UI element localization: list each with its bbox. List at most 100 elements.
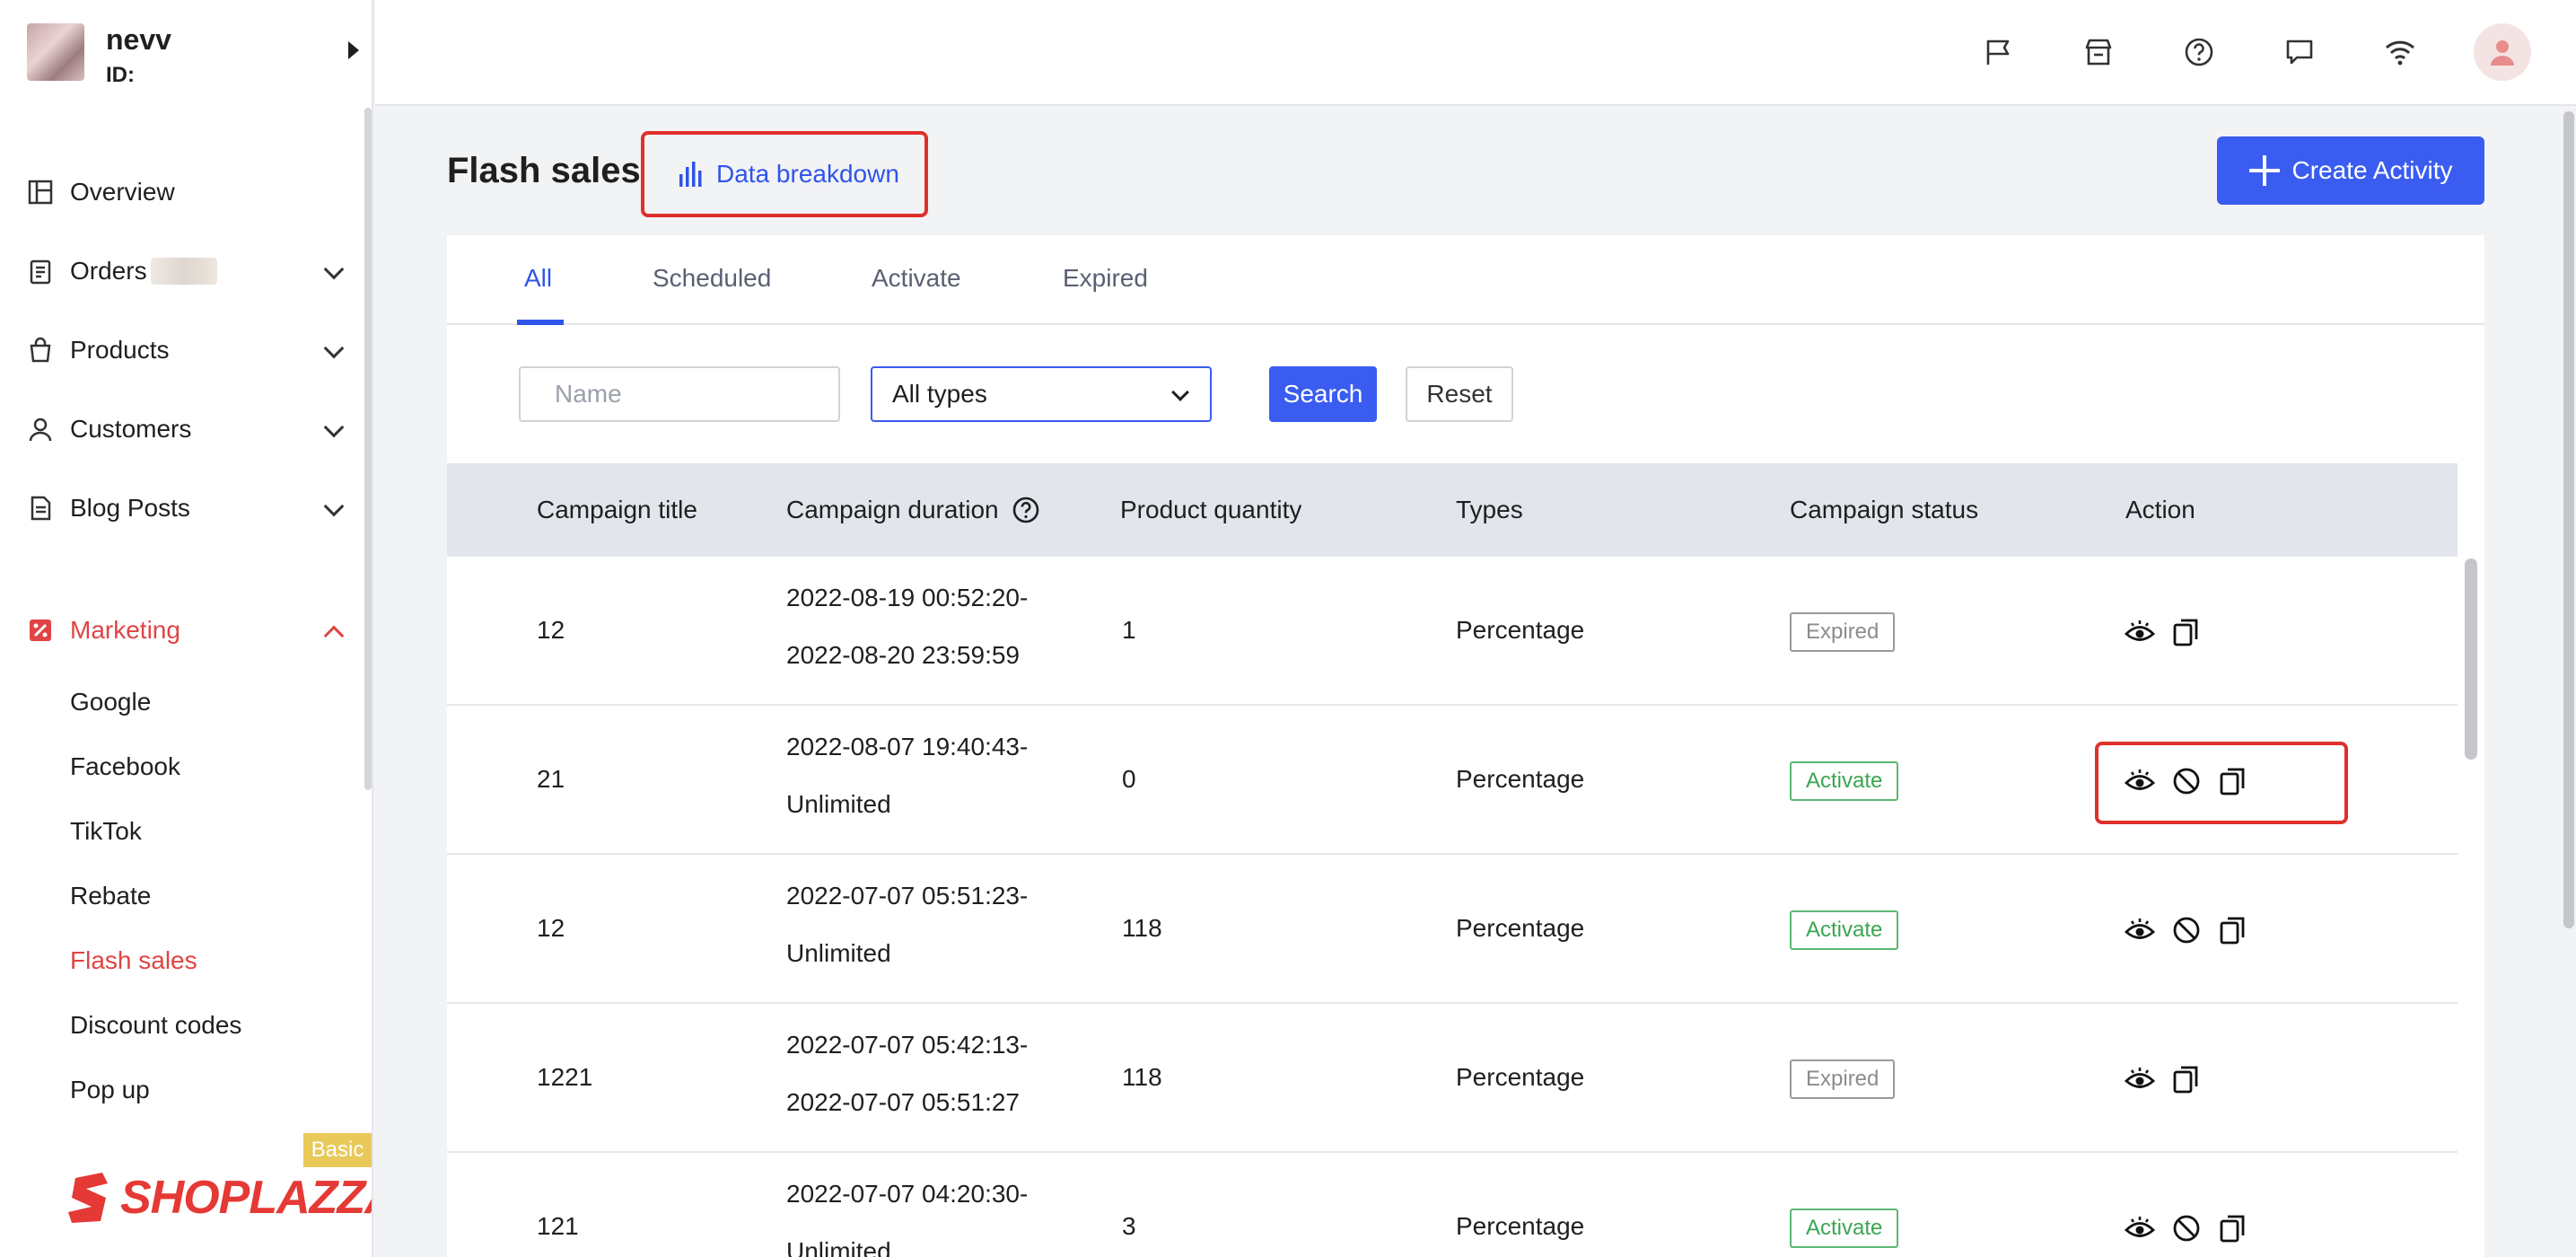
disable-icon[interactable] [2170, 1212, 2203, 1244]
campaign-type: Percentage [1456, 765, 1585, 793]
sidebar-item-label: Products [70, 336, 170, 364]
sidebar-item-label: Blog Posts [70, 494, 190, 522]
top-header [375, 0, 2576, 106]
chevron-up-icon [323, 625, 345, 646]
sidebar-item-products[interactable]: Products [0, 311, 359, 390]
product-quantity: 3 [1122, 1212, 1136, 1240]
store-icon[interactable] [2081, 34, 2116, 70]
view-icon[interactable] [2124, 765, 2156, 797]
disable-icon[interactable] [2170, 914, 2203, 946]
overview-icon [27, 179, 54, 206]
status-badge: Activate [1790, 1209, 1899, 1248]
campaign-title: 12 [537, 616, 565, 644]
user-avatar[interactable] [2474, 23, 2531, 81]
table-scrollbar[interactable] [2465, 558, 2477, 760]
disable-icon[interactable] [2170, 765, 2203, 797]
chat-icon[interactable] [2282, 34, 2318, 70]
chevron-down-icon [323, 496, 345, 517]
product-quantity: 0 [1122, 765, 1136, 793]
data-breakdown-label: Data breakdown [716, 160, 899, 188]
campaign-type: Percentage [1456, 914, 1585, 942]
shoplazza-logo: SHOPLAZZA [66, 1171, 373, 1225]
tab-scheduled[interactable]: Scheduled [653, 264, 771, 293]
copy-icon[interactable] [2217, 914, 2249, 946]
duration-start: 2022-08-19 00:52:20- [786, 584, 1029, 611]
page-scrollbar[interactable] [2563, 111, 2574, 928]
page-title: Flash sales [447, 151, 641, 190]
product-quantity: 118 [1122, 1063, 1162, 1091]
table-row: 12 2022-08-19 00:52:20- 2022-08-20 23:59… [447, 557, 2458, 706]
help-icon[interactable] [2181, 34, 2217, 70]
sidebar-subitem-facebook[interactable]: Facebook [0, 734, 359, 799]
wifi-icon[interactable] [2382, 34, 2418, 70]
sidebar-item-blog-posts[interactable]: Blog Posts [0, 469, 359, 548]
sidebar-item-label: Customers [70, 415, 192, 443]
duration-start: 2022-07-07 05:42:13- [786, 1031, 1029, 1059]
duration-start: 2022-07-07 05:51:23- [786, 882, 1029, 910]
bar-chart-icon [677, 160, 705, 189]
sidebar-item-customers[interactable]: Customers [0, 390, 359, 469]
tab-all[interactable]: All [524, 264, 552, 293]
header-campaign-duration: Campaign duration [786, 496, 1040, 524]
tab-activate[interactable]: Activate [872, 264, 961, 293]
account-id: ID: [106, 63, 135, 87]
sidebar-item-marketing[interactable]: Marketing [0, 591, 359, 670]
name-search-input[interactable]: Name [519, 366, 840, 422]
copy-icon[interactable] [2217, 1212, 2249, 1244]
view-icon[interactable] [2124, 616, 2156, 648]
tab-expired[interactable]: Expired [1063, 264, 1148, 293]
campaign-type: Percentage [1456, 1212, 1585, 1240]
campaign-table: Campaign title Campaign duration Product… [447, 463, 2458, 1257]
caret-right-icon[interactable] [348, 41, 359, 59]
campaign-title: 1221 [537, 1063, 593, 1091]
reset-button[interactable]: Reset [1406, 366, 1513, 422]
sidebar-subitem-flash-sales[interactable]: Flash sales [0, 928, 359, 993]
sidebar-item-orders[interactable]: Orders [0, 232, 359, 311]
table-row: 12 2022-07-07 05:51:23- Unlimited 118 Pe… [447, 855, 2458, 1004]
view-icon[interactable] [2124, 1063, 2156, 1095]
sidebar-subitem-rebate[interactable]: Rebate [0, 864, 359, 928]
duration-end: Unlimited [786, 1237, 891, 1257]
sidebar-subitem-discount-codes[interactable]: Discount codes [0, 993, 359, 1058]
row-actions [2124, 765, 2264, 797]
view-icon[interactable] [2124, 914, 2156, 946]
duration-end: 2022-07-07 05:51:27 [786, 1088, 1020, 1116]
duration-start: 2022-07-07 04:20:30- [786, 1180, 1029, 1208]
copy-icon[interactable] [2170, 1063, 2203, 1095]
account-switcher[interactable]: nevv ID: [27, 23, 359, 87]
sidebar-item-label: Orders [70, 257, 147, 285]
account-name: nevv [106, 23, 171, 56]
plan-badge: Basic [303, 1133, 372, 1167]
data-breakdown-link[interactable]: Data breakdown [641, 131, 928, 217]
customers-icon [27, 416, 54, 443]
create-activity-button[interactable]: Create Activity [2217, 136, 2484, 205]
sidebar-item-overview[interactable]: Overview [0, 153, 359, 232]
copy-icon[interactable] [2170, 616, 2203, 648]
header-product-quantity: Product quantity [1120, 496, 1302, 523]
sidebar-subitem-tiktok[interactable]: TikTok [0, 799, 359, 864]
sidebar-nav: Overview Orders Products Customers Blog … [0, 153, 359, 1122]
marketing-icon [27, 617, 54, 644]
header-types: Types [1456, 496, 1523, 523]
search-button[interactable]: Search [1269, 366, 1377, 422]
sidebar-scrollbar[interactable] [364, 108, 372, 790]
sidebar-subitem-pop-up[interactable]: Pop up [0, 1058, 359, 1122]
duration-end: 2022-08-20 23:59:59 [786, 641, 1020, 669]
orders-count-badge [150, 258, 217, 285]
sidebar-subitem-google[interactable]: Google [0, 670, 359, 734]
campaign-title: 12 [537, 914, 565, 942]
flag-icon[interactable] [1980, 34, 2016, 70]
table-row: 1221 2022-07-07 05:42:13- 2022-07-07 05:… [447, 1004, 2458, 1153]
help-icon[interactable] [1012, 496, 1040, 524]
view-icon[interactable] [2124, 1212, 2156, 1244]
header-action: Action [2125, 496, 2195, 523]
user-icon [2491, 40, 2514, 66]
brand-name: SHOPLAZZA [120, 1172, 373, 1224]
copy-icon[interactable] [2217, 765, 2249, 797]
campaign-title: 121 [537, 1212, 579, 1240]
status-tabs: All Scheduled Activate Expired [447, 235, 2484, 325]
type-select[interactable]: All types [871, 366, 1212, 422]
chevron-down-icon [323, 259, 345, 280]
flash-sales-panel: All Scheduled Activate Expired Name All … [447, 235, 2484, 1257]
row-actions [2124, 914, 2264, 946]
